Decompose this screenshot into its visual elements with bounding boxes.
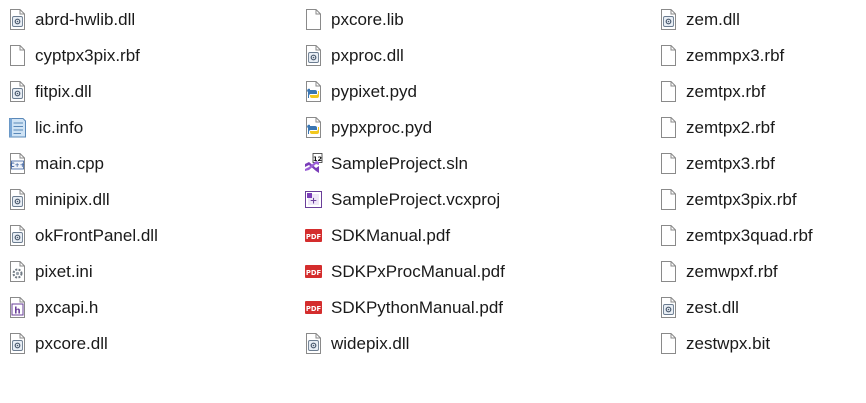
file-item[interactable]: widepix.dll [304,327,505,360]
file-column-3: zem.dll zemmpx3.rbf zemtpx.rbf zemtpx2.rbf z… [659,0,813,360]
file-item[interactable]: cyptpx3pix.rbf [8,39,158,72]
file-item[interactable]: pypixet.pyd [304,75,505,108]
file-name-label: SDKPythonManual.pdf [331,298,503,317]
svg-text:h: h [14,306,20,316]
file-name-label: SDKPxProcManual.pdf [331,262,505,281]
ini-settings-icon [8,261,27,282]
file-item[interactable]: zest.dll [659,291,813,324]
blank-file-icon [659,189,678,210]
file-item[interactable]: okFrontPanel.dll [8,219,158,252]
file-item[interactable]: zemtpx3pix.rbf [659,183,813,216]
file-name-label: widepix.dll [331,334,410,353]
file-item[interactable]: PDF SDKPythonManual.pdf [304,291,505,324]
file-item[interactable]: fitpix.dll [8,75,158,108]
file-item[interactable]: PDF SDKManual.pdf [304,219,505,252]
blank-file-icon [8,45,27,66]
dll-icon [8,225,27,246]
file-name-label: okFrontPanel.dll [35,226,158,245]
file-name-label: zestwpx.bit [686,334,771,353]
visual-studio-solution-icon: 12 [304,153,323,174]
dll-icon [659,297,678,318]
file-name-label: zemtpx3pix.rbf [686,190,797,209]
blank-file-icon [659,81,678,102]
file-name-label: zemtpx2.rbf [686,118,775,137]
file-name-label: zemwpxf.rbf [686,262,778,281]
file-name-label: SampleProject.sln [331,154,469,173]
file-name-label: pxcore.dll [35,334,108,353]
file-name-label: cyptpx3pix.rbf [35,46,140,65]
blank-file-icon [304,9,323,30]
file-name-label: pypxproc.pyd [331,118,433,137]
file-name-label: SampleProject.vcxproj [331,190,501,209]
file-name-label: pxcore.lib [331,10,404,29]
dll-icon [659,9,678,30]
file-item[interactable]: pxcore.dll [8,327,158,360]
file-name-label: zemmpx3.rbf [686,46,785,65]
dll-icon [8,189,27,210]
file-item[interactable]: pypxproc.pyd [304,111,505,144]
python-file-icon [304,117,323,138]
file-item[interactable]: zestwpx.bit [659,327,813,360]
file-item[interactable]: zemtpx3quad.rbf [659,219,813,252]
file-name-label: zemtpx3.rbf [686,154,775,173]
file-list-view: abrd-hwlib.dll cyptpx3pix.rbf fitpix.dll li… [0,0,866,403]
file-item[interactable]: pxproc.dll [304,39,505,72]
file-item[interactable]: zemwpxf.rbf [659,255,813,288]
file-item[interactable]: C++ main.cpp [8,147,158,180]
file-item[interactable]: zemmpx3.rbf [659,39,813,72]
file-name-label: SDKManual.pdf [331,226,451,245]
pdf-icon: PDF [304,225,323,246]
svg-text:PDF: PDF [306,233,322,241]
file-item[interactable]: 12 SampleProject.sln [304,147,505,180]
file-name-label: fitpix.dll [35,82,92,101]
file-item[interactable]: zem.dll [659,3,813,36]
file-column-2: pxcore.lib pxproc.dll pypixet.pyd pypxproc.… [304,0,505,360]
file-name-label: zemtpx3quad.rbf [686,226,813,245]
cpp-file-icon: C++ [8,153,27,174]
python-file-icon [304,81,323,102]
file-item[interactable]: lic.info [8,111,158,144]
blank-file-icon [659,333,678,354]
file-column-1: abrd-hwlib.dll cyptpx3pix.rbf fitpix.dll li… [8,0,158,360]
file-item[interactable]: zemtpx2.rbf [659,111,813,144]
pdf-icon: PDF [304,297,323,318]
file-name-label: zem.dll [686,10,740,29]
file-item[interactable]: abrd-hwlib.dll [8,3,158,36]
file-name-label: main.cpp [35,154,104,173]
text-file-icon [8,117,27,138]
file-name-label: lic.info [35,118,84,137]
blank-file-icon [659,153,678,174]
vcxproj-icon: + [304,189,323,210]
file-item[interactable]: h pxcapi.h [8,291,158,324]
file-item[interactable]: zemtpx3.rbf [659,147,813,180]
file-name-label: pxproc.dll [331,46,404,65]
blank-file-icon [659,225,678,246]
file-item[interactable]: pixet.ini [8,255,158,288]
file-name-label: zemtpx.rbf [686,82,766,101]
file-name-label: minipix.dll [35,190,110,209]
file-item[interactable]: + SampleProject.vcxproj [304,183,505,216]
svg-text:C++: C++ [10,162,24,169]
file-item[interactable]: PDF SDKPxProcManual.pdf [304,255,505,288]
dll-icon [304,333,323,354]
blank-file-icon [659,45,678,66]
file-name-label: pxcapi.h [35,298,99,317]
file-name-label: pypixet.pyd [331,82,417,101]
dll-icon [8,81,27,102]
blank-file-icon [659,261,678,282]
file-item[interactable]: minipix.dll [8,183,158,216]
dll-icon [304,45,323,66]
svg-text:PDF: PDF [306,269,322,277]
file-name-label: abrd-hwlib.dll [35,10,136,29]
pdf-icon: PDF [304,261,323,282]
svg-text:PDF: PDF [306,305,322,313]
dll-icon [8,9,27,30]
dll-icon [8,333,27,354]
file-name-label: pixet.ini [35,262,93,281]
header-file-icon: h [8,297,27,318]
file-item[interactable]: zemtpx.rbf [659,75,813,108]
file-name-label: zest.dll [686,298,739,317]
blank-file-icon [659,117,678,138]
file-item[interactable]: pxcore.lib [304,3,505,36]
